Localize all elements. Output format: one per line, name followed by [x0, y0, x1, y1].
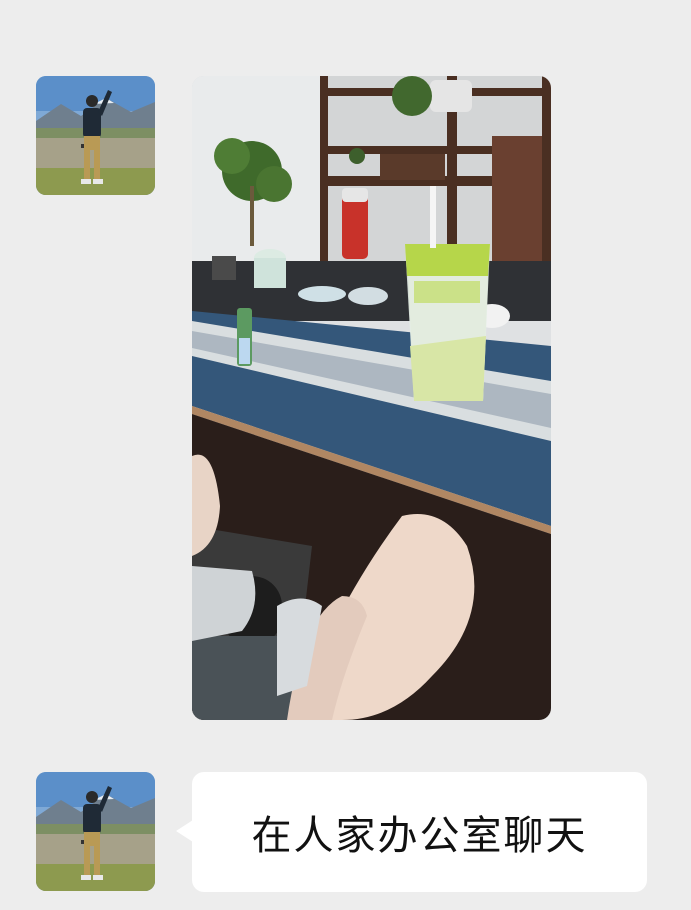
photo-message[interactable] — [192, 76, 551, 720]
contact-avatar[interactable] — [36, 772, 155, 891]
contact-avatar[interactable] — [36, 76, 155, 195]
person-landscape-avatar-icon — [36, 772, 155, 891]
message-text: 在人家办公室聊天 — [251, 813, 588, 859]
bubble-tail — [176, 820, 193, 842]
text-message-bubble[interactable]: 在人家办公室聊天 — [192, 772, 647, 892]
person-landscape-avatar-icon — [36, 76, 155, 195]
office-tea-table-photo-icon — [192, 76, 551, 720]
